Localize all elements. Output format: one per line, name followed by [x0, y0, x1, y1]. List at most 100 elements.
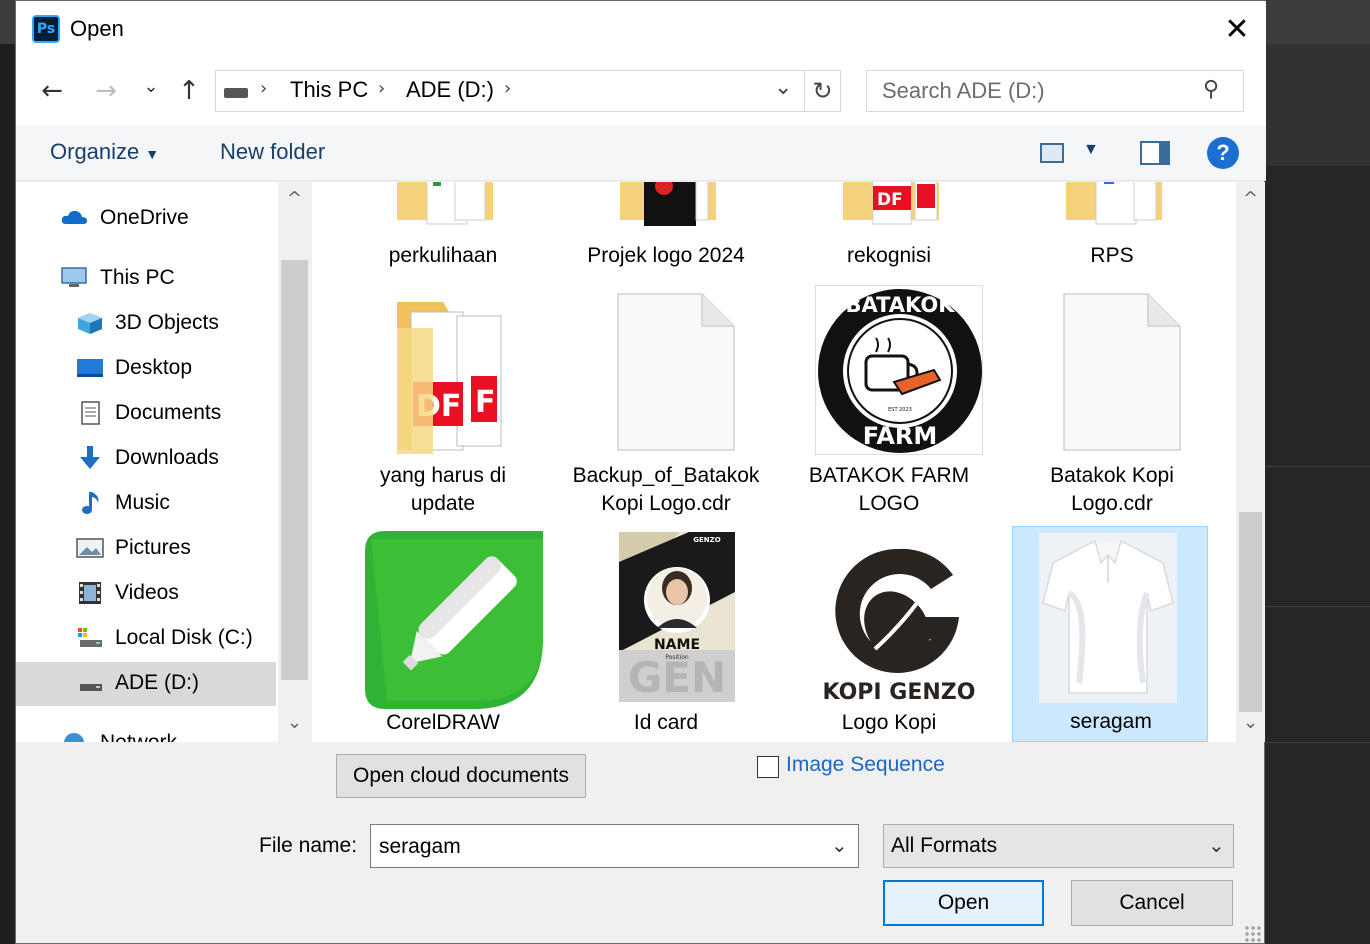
- open-dialog: Ps Open ✕ ← → ⌄ ↑ › This PC › ADE (D:) ›…: [15, 0, 1266, 944]
- folder-icon: [1066, 182, 1162, 225]
- file-tile[interactable]: CorelDRAW: [345, 527, 543, 742]
- file-tile[interactable]: RPS: [1014, 182, 1210, 274]
- organize-label: Organize: [50, 139, 140, 164]
- scroll-down-icon[interactable]: ⌄: [1236, 712, 1265, 733]
- file-tile[interactable]: Batakok Kopi Logo.cdr: [1014, 282, 1210, 522]
- scroll-up-icon[interactable]: ^: [1236, 188, 1265, 209]
- sidebar-item-documents[interactable]: Documents: [16, 392, 276, 436]
- image-thumbnail: [1039, 533, 1177, 703]
- cancel-button[interactable]: Cancel: [1071, 880, 1233, 926]
- sidebar-item-label: Network: [100, 731, 177, 742]
- address-dropdown-icon[interactable]: ⌄: [774, 75, 792, 100]
- breadcrumb-chevron-icon: ›: [260, 78, 268, 99]
- open-cloud-documents-button[interactable]: Open cloud documents: [336, 754, 586, 798]
- forward-arrow-icon[interactable]: →: [88, 73, 124, 109]
- file-name: Batakok Kopi Logo.cdr: [1050, 464, 1174, 515]
- sidebar-item-label: Local Disk (C:): [115, 626, 253, 649]
- chevron-down-icon: ⌄: [1208, 833, 1225, 857]
- file-type-select[interactable]: All Formats ⌄: [883, 824, 1234, 868]
- scrollbar-thumb[interactable]: [1239, 512, 1262, 712]
- file-list-scrollbar[interactable]: ^ ⌄: [1236, 182, 1265, 742]
- caret-down-icon: ▼: [145, 146, 160, 162]
- file-name: perkulihaan: [388, 244, 498, 267]
- back-arrow-icon[interactable]: ←: [34, 73, 70, 109]
- logo-bottom-text: FARM: [863, 422, 938, 450]
- downloads-icon: [80, 446, 100, 469]
- pictures-icon: [76, 538, 104, 558]
- title-bar: Ps Open ✕: [16, 1, 1266, 57]
- sidebar-item-3d-objects[interactable]: 3D Objects: [16, 302, 276, 346]
- image-sequence-checkbox[interactable]: [757, 756, 779, 778]
- videos-icon: [79, 582, 101, 604]
- change-view-icon[interactable]: [1040, 143, 1064, 163]
- file-tile[interactable]: DF rekognisi: [791, 182, 987, 274]
- up-arrow-icon[interactable]: ↑: [171, 73, 207, 109]
- search-icon: ⚲: [1203, 77, 1220, 102]
- file-tile[interactable]: perkulihaan: [345, 182, 541, 274]
- background-app-panel: [1265, 44, 1370, 166]
- file-name: seragam: [1070, 710, 1152, 733]
- sidebar-item-label: Documents: [115, 401, 222, 424]
- sidebar-item-this-pc[interactable]: This PC: [16, 257, 276, 301]
- sidebar-item-pictures[interactable]: Pictures: [16, 527, 276, 571]
- sidebar-item-label: Desktop: [115, 356, 193, 379]
- batakok-farm-logo: BATAKOK FARM EST 2023: [818, 289, 982, 453]
- logo-text: KOPI GENZO: [823, 680, 976, 703]
- command-bar: Organize ▼ New folder ▼: [16, 125, 1266, 181]
- search-placeholder: Search ADE (D:): [882, 78, 1045, 103]
- scrollbar-thumb[interactable]: [281, 260, 308, 680]
- new-folder-button[interactable]: New folder: [220, 139, 325, 165]
- chevron-down-icon[interactable]: ⌄: [831, 833, 848, 857]
- file-tile[interactable]: DF F yang harus di update: [345, 282, 541, 522]
- file-tile-selected[interactable]: seragam: [1012, 526, 1208, 742]
- file-name: Id card: [633, 711, 699, 734]
- logo-top-text: BATAKOK: [845, 293, 955, 317]
- resize-grip-icon[interactable]: [1244, 925, 1262, 943]
- file-tile[interactable]: KOPI GENZO Logo Kopi: [791, 527, 987, 742]
- sidebar-item-label: 3D Objects: [115, 311, 219, 334]
- sidebar-item-music[interactable]: Music: [16, 482, 276, 526]
- sidebar-item-desktop[interactable]: Desktop: [16, 347, 276, 391]
- image-thumbnail: BATAKOK FARM EST 2023: [815, 285, 983, 455]
- sidebar-item-onedrive[interactable]: OneDrive: [16, 197, 276, 241]
- file-tile[interactable]: Projek logo 2024: [568, 182, 764, 274]
- help-icon[interactable]: ?: [1207, 137, 1239, 169]
- scroll-up-icon[interactable]: ^: [278, 188, 311, 209]
- desktop-icon: [77, 359, 103, 377]
- address-bar[interactable]: › This PC › ADE (D:) › ⌄: [215, 70, 805, 112]
- file-tile[interactable]: Backup_of_Batakok Kopi Logo.cdr: [568, 282, 764, 522]
- background-divider: [1265, 466, 1370, 467]
- close-icon[interactable]: ✕: [1216, 9, 1258, 51]
- navigation-pane-scrollbar[interactable]: ^ ⌄: [278, 182, 311, 742]
- sidebar-item-network[interactable]: Network: [16, 722, 276, 742]
- svg-text:F: F: [475, 385, 496, 420]
- sidebar-item-label: ADE (D:): [115, 671, 199, 694]
- sidebar-item-label: Pictures: [115, 536, 191, 559]
- scroll-down-icon[interactable]: ⌄: [278, 712, 311, 733]
- recent-locations-chevron-icon[interactable]: ⌄: [133, 69, 169, 105]
- breadcrumb-this-pc[interactable]: This PC: [290, 77, 368, 103]
- image-thumbnail: GEN NAME Position GENZO: [619, 532, 735, 702]
- dialog-title: Open: [70, 16, 124, 41]
- sidebar-item-ade-d[interactable]: ADE (D:): [16, 662, 276, 706]
- sidebar-item-local-disk-c[interactable]: Local Disk (C:): [16, 617, 276, 661]
- blank-file-icon: [617, 293, 735, 451]
- preview-pane-icon[interactable]: [1140, 141, 1170, 165]
- file-tile[interactable]: GEN NAME Position GENZO Id card: [568, 527, 764, 742]
- card-name-text: NAME: [654, 637, 700, 653]
- breadcrumb-ade-d[interactable]: ADE (D:): [406, 77, 494, 103]
- sidebar-item-videos[interactable]: Videos: [16, 572, 276, 616]
- view-options-caret-icon[interactable]: ▼: [1083, 141, 1099, 159]
- file-name: RPS: [1090, 244, 1134, 267]
- file-tile[interactable]: BATAKOK FARM EST 2023 BATAKOK FARM LOGO: [791, 282, 987, 522]
- kopi-genzo-logo: KOPI GENZO: [823, 548, 976, 705]
- open-button[interactable]: Open: [883, 880, 1044, 926]
- file-name-input[interactable]: seragam ⌄: [370, 824, 859, 868]
- sidebar-item-downloads[interactable]: Downloads: [16, 437, 276, 481]
- card-top-text: GENZO: [693, 536, 720, 544]
- image-sequence-label[interactable]: Image Sequence: [786, 753, 945, 777]
- refresh-icon[interactable]: ↻: [805, 70, 841, 112]
- computer-icon: [61, 267, 87, 287]
- search-box[interactable]: Search ADE (D:) ⚲: [866, 70, 1244, 112]
- organize-button[interactable]: Organize ▼: [50, 139, 159, 165]
